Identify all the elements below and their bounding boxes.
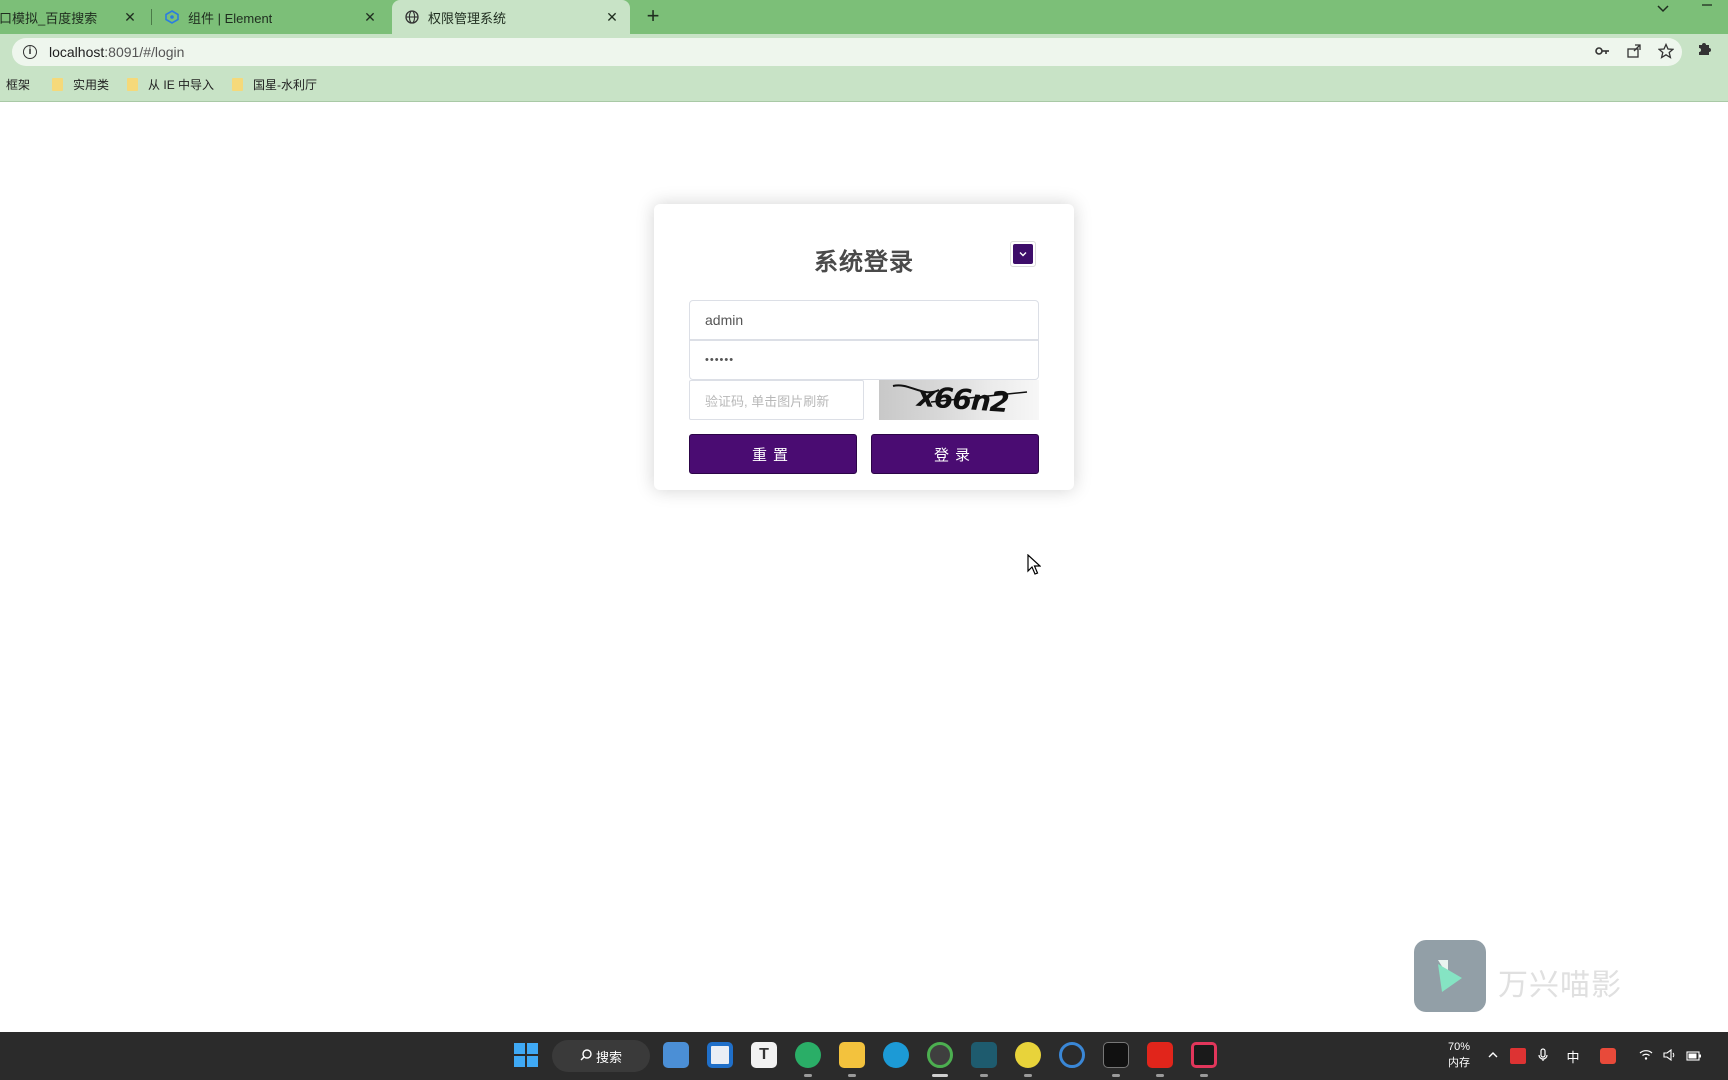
- folder-icon: [127, 78, 139, 91]
- captcha-placeholder: 验证码, 单击图片刷新: [705, 393, 830, 409]
- red-tray-app-icon[interactable]: [1510, 1048, 1526, 1064]
- tab-element[interactable]: 组件 | Element ✕: [152, 0, 388, 34]
- username-input[interactable]: admin: [689, 300, 1039, 340]
- speaker-icon[interactable]: [1658, 1048, 1682, 1064]
- key-icon[interactable]: [1586, 43, 1618, 62]
- login-button[interactable]: 登录: [871, 434, 1039, 474]
- url-path: :8091/#/login: [104, 44, 185, 60]
- running-indicator-active: [932, 1074, 948, 1077]
- running-indicator: [1200, 1074, 1208, 1077]
- bookmark-folder-guoxing[interactable]: 国星-水利厅: [232, 76, 317, 93]
- tab-title: 接口模拟_百度搜索: [0, 10, 98, 26]
- running-indicator: [804, 1074, 812, 1077]
- extensions-puzzle-icon[interactable]: [1696, 40, 1712, 60]
- running-indicator: [1112, 1074, 1120, 1077]
- search-label: 搜索: [595, 1049, 622, 1065]
- new-tab-button[interactable]: +: [640, 4, 666, 30]
- mouse-cursor-icon: [1027, 553, 1042, 581]
- command-prompt-icon[interactable]: [1103, 1042, 1129, 1068]
- edge-browser-icon[interactable]: [883, 1042, 909, 1068]
- running-indicator: [1024, 1074, 1032, 1077]
- input-method-indicator[interactable]: 中: [1556, 1047, 1590, 1066]
- folder-icon: [52, 78, 64, 91]
- folder-icon: [232, 78, 244, 91]
- captcha-input[interactable]: 验证码, 单击图片刷新: [689, 380, 864, 420]
- typora-icon[interactable]: T: [751, 1042, 777, 1068]
- tab-title: 组件 | Element: [188, 10, 273, 26]
- bookmark-label: 实用类: [73, 78, 110, 92]
- chevron-down-icon: [1013, 244, 1033, 264]
- windows-start-icon[interactable]: [513, 1042, 539, 1068]
- url-host: localhost: [49, 44, 105, 60]
- login-form: 系统登录 admin •••••• 验证码, 单击图片刷新 x66n2 重置 登…: [654, 204, 1074, 490]
- password-value: ••••••: [705, 354, 735, 366]
- memory-usage[interactable]: 70% 内存: [1444, 1039, 1474, 1071]
- captcha-text: x66n2: [915, 380, 1010, 420]
- memory-percent: 70%: [1447, 1041, 1471, 1053]
- terminal-tool-icon[interactable]: [971, 1042, 997, 1068]
- password-input[interactable]: ••••••: [689, 340, 1039, 380]
- file-explorer-icon[interactable]: [839, 1042, 865, 1068]
- running-indicator: [1156, 1074, 1164, 1077]
- running-indicator: [980, 1074, 988, 1077]
- search-icon: [580, 1048, 592, 1064]
- browser-tab-strip: 接口模拟_百度搜索 ✕ 组件 | Element ✕ 权限管理系统 ✕ +: [0, 0, 1728, 34]
- yellow-app-icon[interactable]: [1015, 1042, 1041, 1068]
- wechat-icon[interactable]: [795, 1042, 821, 1068]
- window-app-icon[interactable]: [707, 1042, 733, 1068]
- tab-close-icon[interactable]: ✕: [122, 9, 138, 25]
- chrome-browser-icon[interactable]: [927, 1042, 953, 1068]
- wifi-icon[interactable]: [1634, 1049, 1658, 1064]
- microphone-icon[interactable]: [1530, 1047, 1556, 1065]
- tab-permission-system[interactable]: 权限管理系统 ✕: [392, 0, 630, 34]
- bookmarks-bar: 框架 实用类 从 IE 中导入 国星-水利厅: [0, 68, 1728, 102]
- youdao-dictionary-icon[interactable]: [1147, 1042, 1173, 1068]
- bookmark-label: 从 IE 中导入: [148, 78, 215, 92]
- bookmark-star-icon[interactable]: [1650, 42, 1682, 62]
- address-bar-actions: [1586, 38, 1682, 66]
- tab-close-icon[interactable]: ✕: [362, 9, 378, 25]
- memory-label: 内存: [1448, 1057, 1470, 1069]
- minimize-icon[interactable]: [1700, 0, 1714, 15]
- reset-button[interactable]: 重置: [689, 434, 857, 474]
- bookmark-label: 国星-水利厅: [253, 78, 318, 92]
- username-value: admin: [705, 312, 744, 328]
- taskbar-search-button[interactable]: 搜索: [552, 1040, 650, 1072]
- intellij-idea-icon[interactable]: [1191, 1042, 1217, 1068]
- language-dropdown-button[interactable]: [1010, 241, 1036, 267]
- tab-baidu[interactable]: 接口模拟_百度搜索 ✕: [0, 0, 148, 34]
- circles-app-icon[interactable]: [1059, 1042, 1085, 1068]
- tab-search-chevron-icon[interactable]: [1656, 2, 1670, 19]
- tab-title: 权限管理系统: [428, 10, 507, 26]
- battery-icon[interactable]: [1682, 1049, 1706, 1064]
- share-icon[interactable]: [1618, 43, 1650, 62]
- watermark-text: 万兴喵影: [1498, 969, 1622, 1002]
- taskbar: 搜索 T 70% 内存 中: [0, 1032, 1728, 1080]
- captcha-image[interactable]: x66n2: [879, 380, 1039, 420]
- watermark-logo-icon: [1414, 940, 1486, 1012]
- browser-toolbar: i localhost :8091/#/login: [0, 34, 1728, 68]
- running-indicator: [848, 1074, 856, 1077]
- address-bar[interactable]: i localhost :8091/#/login: [12, 38, 1682, 66]
- bookmark-label: 框架: [6, 78, 31, 92]
- system-tray: 中: [1480, 1032, 1706, 1080]
- tab-close-icon[interactable]: ✕: [604, 9, 620, 25]
- control-panel-icon[interactable]: [663, 1042, 689, 1068]
- element-favicon-icon: [164, 9, 180, 25]
- sogou-input-icon[interactable]: [1600, 1048, 1616, 1064]
- bookmark-framework[interactable]: 框架: [6, 76, 30, 93]
- bookmark-folder-utilities[interactable]: 实用类: [52, 76, 109, 93]
- chevron-up-icon[interactable]: [1480, 1049, 1506, 1064]
- globe-icon: [404, 9, 420, 25]
- bookmark-folder-ie-import[interactable]: 从 IE 中导入: [127, 76, 214, 93]
- site-info-icon[interactable]: i: [23, 45, 37, 59]
